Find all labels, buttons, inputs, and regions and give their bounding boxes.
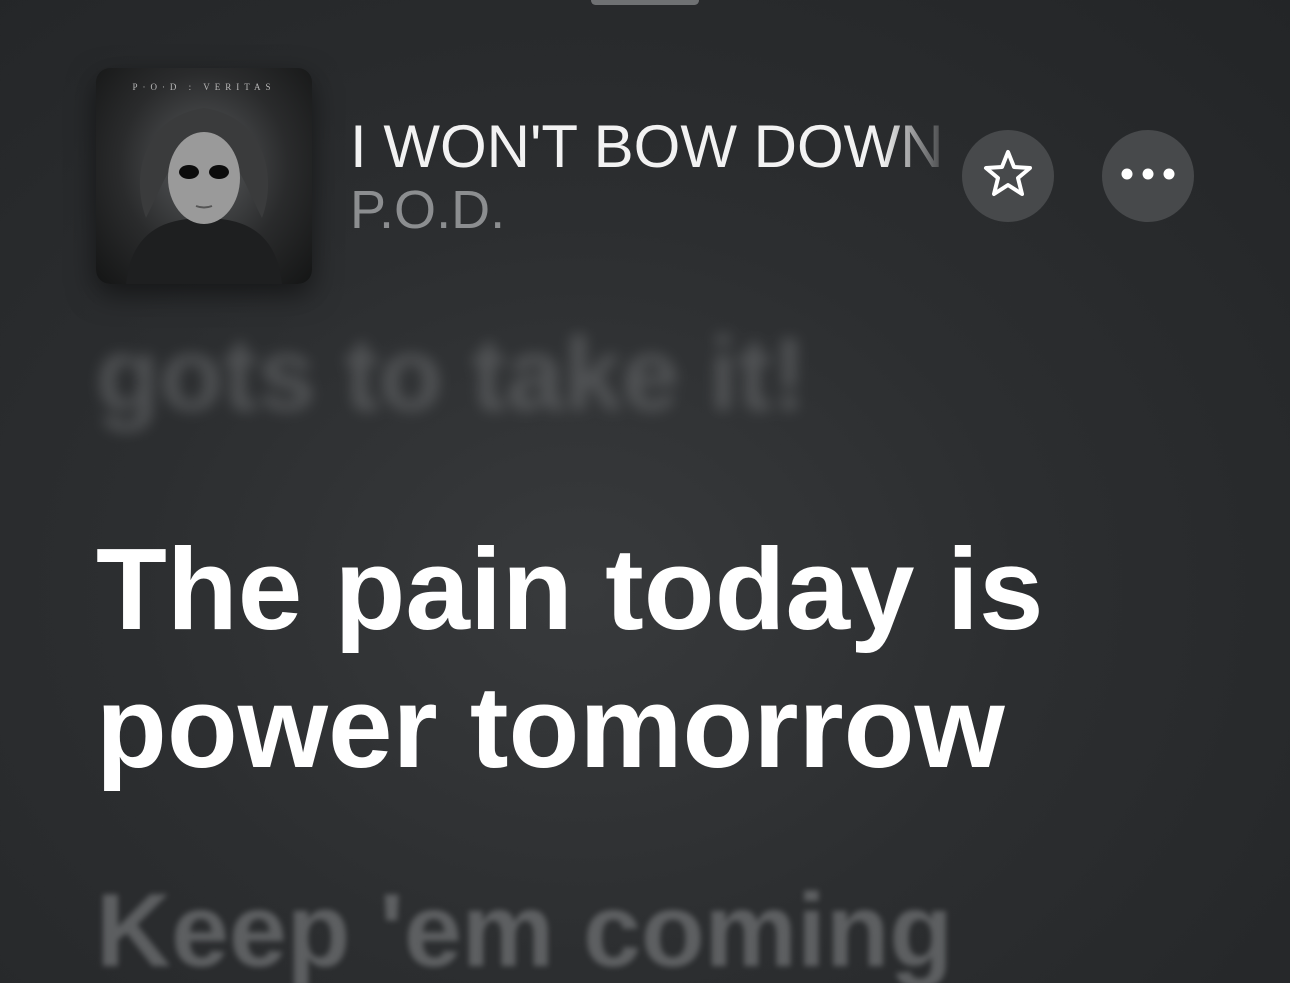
- lyric-line-previous[interactable]: gots to take it!: [96, 320, 807, 430]
- star-outline-icon: [981, 147, 1035, 206]
- artwork-caption: P·O·D : VERITAS: [132, 82, 276, 92]
- more-options-button[interactable]: [1102, 130, 1194, 222]
- album-artwork[interactable]: P·O·D : VERITAS: [96, 68, 312, 284]
- song-title[interactable]: I WON'T BOW DOWN: [350, 114, 954, 180]
- album-artwork-image: [126, 108, 282, 284]
- favorite-button[interactable]: [962, 130, 1054, 222]
- lyric-line-next[interactable]: Keep 'em coming: [96, 876, 953, 983]
- sheet-grabber[interactable]: [591, 0, 699, 5]
- artist-name[interactable]: P.O.D.: [350, 180, 505, 240]
- ellipsis-icon: [1120, 167, 1176, 186]
- lyric-line-current[interactable]: The pain today is power tomorrow: [96, 520, 1196, 796]
